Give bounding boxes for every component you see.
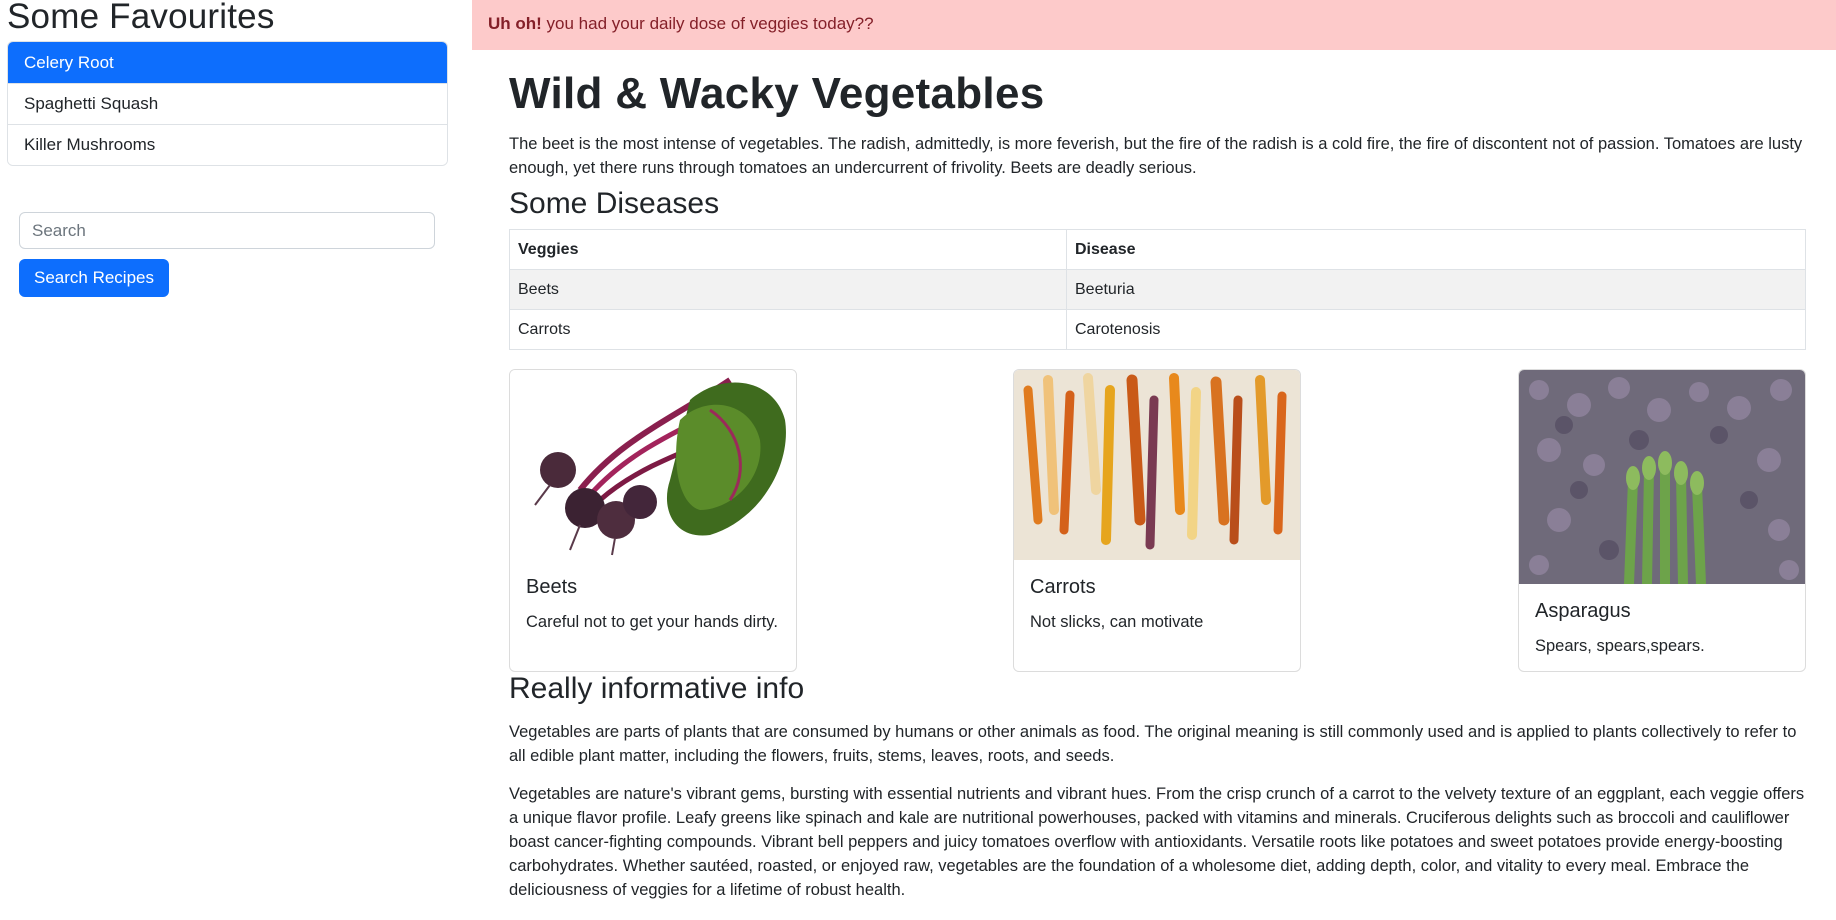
main-content: Wild & Wacky Vegetables The beet is the … <box>509 62 1806 899</box>
table-cell: Carotenosis <box>1066 309 1806 350</box>
info-paragraph-2: Vegetables are nature's vibrant gems, bu… <box>509 785 1805 899</box>
page-title: Wild & Wacky Vegetables <box>509 69 1045 118</box>
card-title-asparagus: Asparagus <box>1535 600 1631 622</box>
table-row: Carrots Carotenosis <box>509 309 1806 350</box>
table-cell: Beeturia <box>1066 269 1806 310</box>
table-header-row: Veggies Disease <box>509 229 1806 270</box>
beets-image <box>510 370 796 560</box>
card-title-carrots: Carrots <box>1030 576 1096 598</box>
table-header-disease: Disease <box>1066 229 1806 270</box>
diseases-table: Veggies Disease Beets Beeturia Carrots C… <box>509 229 1806 350</box>
sidebar-title: Some Favourites <box>7 0 275 36</box>
card-text-asparagus: Spears, spears,spears. <box>1535 637 1705 655</box>
card-title-beets: Beets <box>526 576 578 598</box>
favourite-item-celery-root[interactable]: Celery Root <box>8 42 447 83</box>
sidebar: Some Favourites Celery Root Spaghetti Sq… <box>7 0 448 297</box>
alert-strong: Uh oh! <box>488 14 542 33</box>
table-cell: Beets <box>509 269 1067 310</box>
favourite-item-spaghetti-squash[interactable]: Spaghetti Squash <box>8 83 447 124</box>
card-text-beets: Careful not to get your hands dirty. <box>526 613 778 631</box>
table-header-veggies: Veggies <box>509 229 1067 270</box>
search-input[interactable] <box>19 212 435 249</box>
card-beets: Beets Careful not to get your hands dirt… <box>509 369 797 672</box>
table-row: Beets Beeturia <box>509 269 1806 310</box>
diseases-heading: Some Diseases <box>509 187 720 220</box>
favourites-list: Celery Root Spaghetti Squash Killer Mush… <box>7 41 448 166</box>
info-paragraph-1: Vegetables are parts of plants that are … <box>509 723 1797 765</box>
card-text-carrots: Not slicks, can motivate <box>1030 613 1204 631</box>
card-carrots: Carrots Not slicks, can motivate <box>1013 369 1301 672</box>
carrots-image <box>1014 370 1300 560</box>
alert-text: you had your daily dose of veggies today… <box>541 14 874 33</box>
intro-paragraph: The beet is the most intense of vegetabl… <box>509 135 1803 177</box>
card-asparagus: Asparagus Spears, spears,spears. <box>1518 369 1806 672</box>
alert-banner: Uh oh! you had your daily dose of veggie… <box>472 0 1836 50</box>
asparagus-image <box>1519 370 1805 584</box>
table-cell: Carrots <box>509 309 1067 350</box>
favourite-item-killer-mushrooms[interactable]: Killer Mushrooms <box>8 124 447 165</box>
info-heading: Really informative info <box>509 672 805 705</box>
search-recipes-button[interactable]: Search Recipes <box>19 259 169 297</box>
